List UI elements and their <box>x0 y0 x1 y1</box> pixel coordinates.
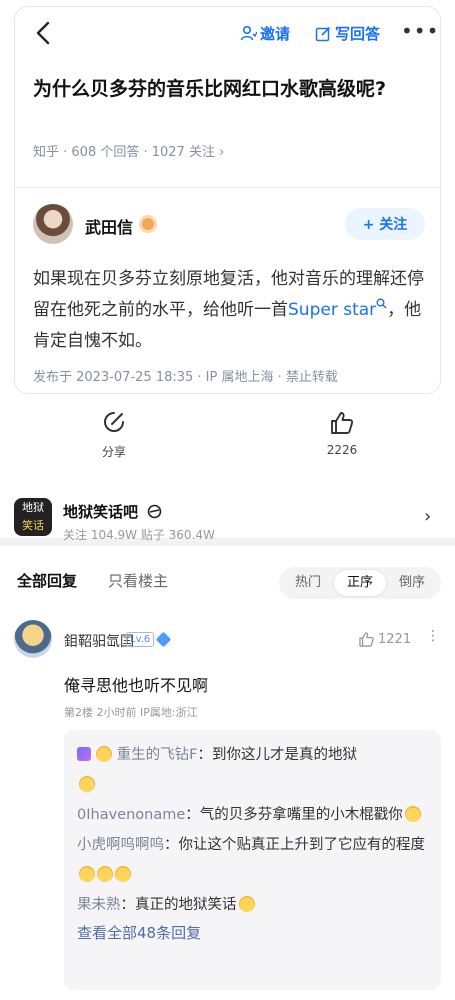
comment-text: 俺寻思他也听不见啊 <box>64 676 209 695</box>
tab-all-replies[interactable]: 全部回复 <box>17 570 77 591</box>
reply-author[interactable]: 重生的飞钻F <box>117 747 198 763</box>
reply-text: 真正的地狱笑话 <box>135 897 237 913</box>
reply-sep: ： <box>197 747 212 763</box>
author-name[interactable]: 武田信 <box>85 214 133 238</box>
view-all-replies-link[interactable]: 查看全部48条回复 <box>77 920 428 946</box>
reply-item: 小虎啊呜啊呜：你让这个贴真正上升到了它应有的程度 <box>77 830 428 890</box>
invite-label: 邀请 <box>260 25 291 43</box>
gem-icon <box>155 631 172 648</box>
reply-box[interactable]: 重生的飞钻F：到你这儿才是真的地狱 0Ihavenoname：气的贝多芬拿嘴里的… <box>64 730 441 990</box>
more-icon[interactable]: ••• <box>401 19 439 43</box>
like-button[interactable]: 2226 <box>320 410 364 457</box>
forum-stats: 关注 104.9W 贴子 360.4W <box>63 528 215 542</box>
reply-author[interactable]: 果未熟 <box>77 897 121 913</box>
smile-emoji-icon <box>404 806 421 822</box>
write-answer-label: 写回答 <box>335 25 381 43</box>
commenter-avatar[interactable] <box>14 620 52 658</box>
super-star-link[interactable]: Super star <box>288 298 387 320</box>
answer-text: 如果现在贝多芬立刻原地复活，他对音乐的理解还停留在他死之前的水平，给他听一首Su… <box>33 264 425 357</box>
forum-name: 地狱笑话吧 <box>63 501 162 522</box>
answer-meta: 发布于 2023-07-25 18:35 · IP 属地上海 · 禁止转载 <box>33 370 338 385</box>
more-vertical-icon[interactable]: ⋮ <box>426 628 440 644</box>
share-button[interactable]: 分享 <box>96 410 132 460</box>
follow-button[interactable]: + 关注 <box>345 208 425 240</box>
person-icon <box>240 25 257 41</box>
top-bar: 邀请 写回答 ••• <box>15 7 440 59</box>
reply-item: 果未熟：真正的地狱笑话 <box>77 890 428 920</box>
reply-sep: ： <box>185 807 200 823</box>
reply-item: 0Ihavenoname：气的贝多芬拿嘴里的小木棍戳你 <box>77 800 428 830</box>
forum-icon-text-bottom: 笑话 <box>22 519 44 532</box>
write-answer-button[interactable]: 写回答 <box>315 23 380 44</box>
sort-ascending[interactable]: 正序 <box>334 570 386 596</box>
comment-like-button[interactable]: 1221 <box>358 631 411 648</box>
reply-tabs: 全部回复 只看楼主 热门 正序 倒序 <box>0 556 455 606</box>
sort-toggle: 热门 正序 倒序 <box>279 567 441 599</box>
reply-text: 气的贝多芬拿嘴里的小木棍戳你 <box>199 807 403 823</box>
reply-text: 你让这个贴真正上升到了它应有的程度 <box>178 837 426 853</box>
question-title[interactable]: 为什么贝多芬的音乐比网红口水歌高级呢? <box>33 75 423 104</box>
reply-author[interactable]: 小虎啊呜啊呜 <box>77 837 164 853</box>
comment-meta: 第2楼 2小时前 IP属地:浙江 <box>64 706 198 719</box>
laugh-emoji-icon <box>96 746 112 762</box>
forum-row[interactable]: 地狱 笑话 地狱笑话吧 关注 104.9W 贴子 360.4W › <box>0 488 455 546</box>
forum-badge-icon <box>147 504 162 519</box>
thumbs-up-icon <box>359 632 374 647</box>
shocked-emoji-icon <box>115 866 131 882</box>
commenter-name[interactable]: 鉬鞀驲氙囯 <box>64 631 134 651</box>
search-icon <box>376 298 387 309</box>
action-bar: 分享 2226 <box>0 410 455 470</box>
question-card: 邀请 写回答 ••• 为什么贝多芬的音乐比网红口水歌高级呢? 知乎 · 608 … <box>14 6 441 394</box>
forum-icon: 地狱 笑话 <box>14 498 52 536</box>
vip-icon <box>77 747 91 761</box>
invite-button[interactable]: 邀请 <box>240 23 290 44</box>
reply-author[interactable]: 0Ihavenoname <box>77 807 185 823</box>
share-label: 分享 <box>101 445 126 459</box>
answer-section: 武田信 + 关注 如果现在贝多芬立刻原地复活，他对音乐的理解还停留在他死之前的水… <box>15 187 440 395</box>
shocked-emoji-icon <box>79 776 95 792</box>
forum-icon-text-top: 地狱 <box>22 501 44 514</box>
level-badge: Lv.6 <box>126 632 155 647</box>
edit-icon <box>315 26 331 41</box>
comment-like-count: 1221 <box>378 632 412 647</box>
shocked-emoji-icon <box>97 866 113 882</box>
comment-item: 鉬鞀驲氙囯 Lv.6 1221 ⋮ 俺寻思他也听不见啊 第2楼 2小时前 IP属… <box>0 616 455 996</box>
sort-hot[interactable]: 热门 <box>282 570 334 596</box>
author-badge-icon <box>139 215 157 233</box>
tab-host-only[interactable]: 只看楼主 <box>108 570 168 591</box>
question-meta[interactable]: 知乎 · 608 个回答 · 1027 关注 › <box>33 141 224 160</box>
share-icon <box>104 412 124 432</box>
reply-item: 重生的飞钻F：到你这儿才是真的地狱 <box>77 740 428 800</box>
like-count: 2226 <box>326 443 358 457</box>
thumbs-up-icon <box>331 412 354 434</box>
shocked-emoji-icon <box>238 896 255 912</box>
reply-sep: ： <box>120 897 136 913</box>
forum-name-text: 地狱笑话吧 <box>63 503 139 521</box>
reply-sep: ： <box>164 837 179 853</box>
chevron-right-icon[interactable]: › <box>424 506 431 527</box>
back-icon[interactable] <box>31 19 55 47</box>
shocked-emoji-icon <box>79 866 95 882</box>
sort-descending[interactable]: 倒序 <box>386 570 438 596</box>
reply-text: 到你这儿才是真的地狱 <box>211 747 357 763</box>
author-avatar[interactable] <box>33 204 73 244</box>
link-text: Super star <box>288 300 377 320</box>
